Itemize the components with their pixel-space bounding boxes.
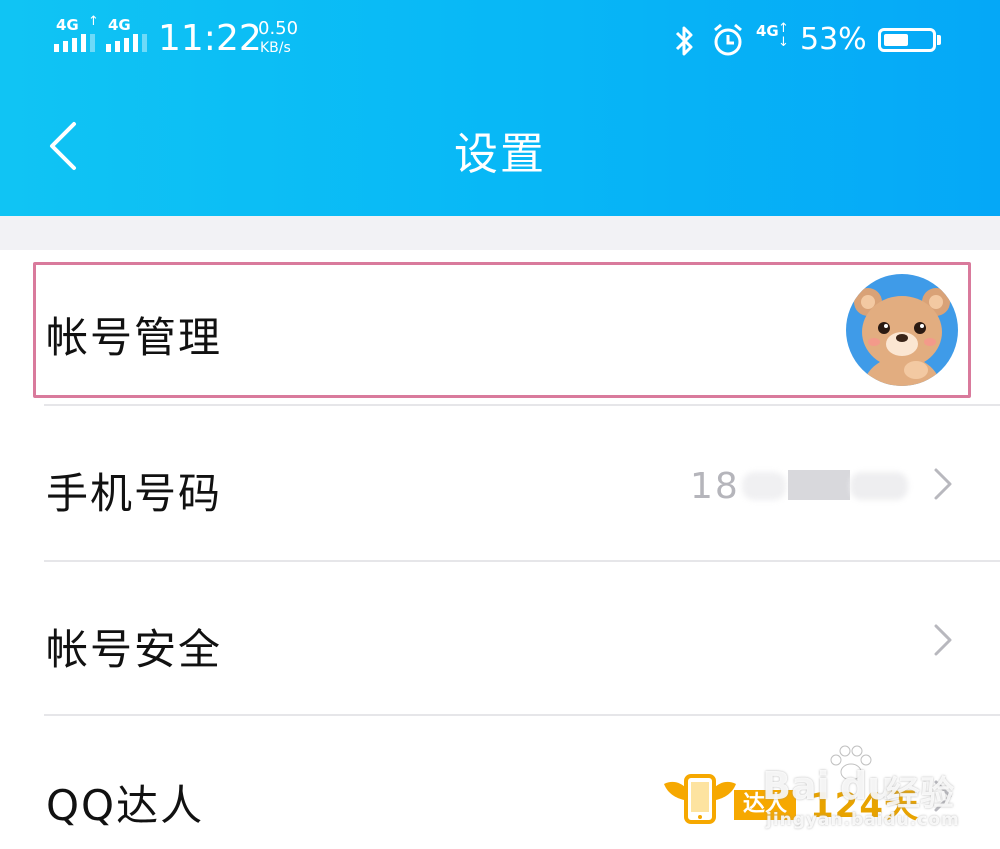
net-speed-value: 0.50 bbox=[258, 18, 299, 39]
bear-avatar[interactable] bbox=[846, 274, 958, 386]
battery-fill bbox=[884, 34, 908, 46]
row-account-security[interactable]: 帐号安全 bbox=[0, 562, 1000, 714]
row-account-management[interactable]: 帐号管理 bbox=[0, 252, 1000, 402]
page-title: 设置 bbox=[454, 129, 546, 180]
bluetooth-icon bbox=[675, 26, 693, 56]
battery-percent: 53% bbox=[800, 22, 867, 57]
row-account-management-label: 帐号管理 bbox=[46, 313, 223, 362]
row-qq-expert-label: QQ达人 bbox=[46, 781, 205, 830]
net-speed-unit: KB/s bbox=[260, 40, 291, 56]
status-bar: 4G ↑ 4G 11:22 0.50 KB/s 4G ↑ ↓ 53% bbox=[0, 0, 1000, 80]
sim1-network-label: 4G bbox=[56, 16, 79, 34]
data-arrows-icon: ↑ ↓ bbox=[778, 21, 789, 50]
chevron-right-icon bbox=[934, 780, 952, 812]
sim1-upload-arrow-icon: ↑ bbox=[88, 14, 99, 29]
chevron-right-icon bbox=[934, 624, 952, 656]
phone-blur-mid bbox=[788, 470, 850, 500]
row-phone-number[interactable]: 手机号码 18 bbox=[0, 406, 1000, 560]
row-account-security-label: 帐号安全 bbox=[46, 625, 223, 674]
alarm-icon bbox=[714, 23, 742, 56]
sim1-signal-icon bbox=[54, 34, 95, 52]
expert-days-count: 124天 bbox=[810, 786, 919, 826]
mobile-data-label: 4G bbox=[756, 22, 779, 40]
expert-badge-tag: 达人 bbox=[734, 790, 796, 820]
clock: 11:22 bbox=[158, 18, 262, 59]
sim2-network-label: 4G bbox=[108, 16, 131, 34]
winged-phone-icon bbox=[664, 774, 736, 824]
row-phone-number-label: 手机号码 bbox=[46, 469, 223, 518]
phone-blur-left bbox=[742, 472, 786, 500]
sim2-signal-icon bbox=[106, 34, 147, 52]
app-header: 4G ↑ 4G 11:22 0.50 KB/s 4G ↑ ↓ 53% 设置 bbox=[0, 0, 1000, 216]
battery-cap bbox=[937, 35, 941, 45]
chevron-right-icon bbox=[934, 468, 952, 500]
phone-number-value: 18 bbox=[690, 466, 740, 507]
battery-icon bbox=[878, 28, 936, 52]
phone-blur-right bbox=[850, 472, 908, 500]
